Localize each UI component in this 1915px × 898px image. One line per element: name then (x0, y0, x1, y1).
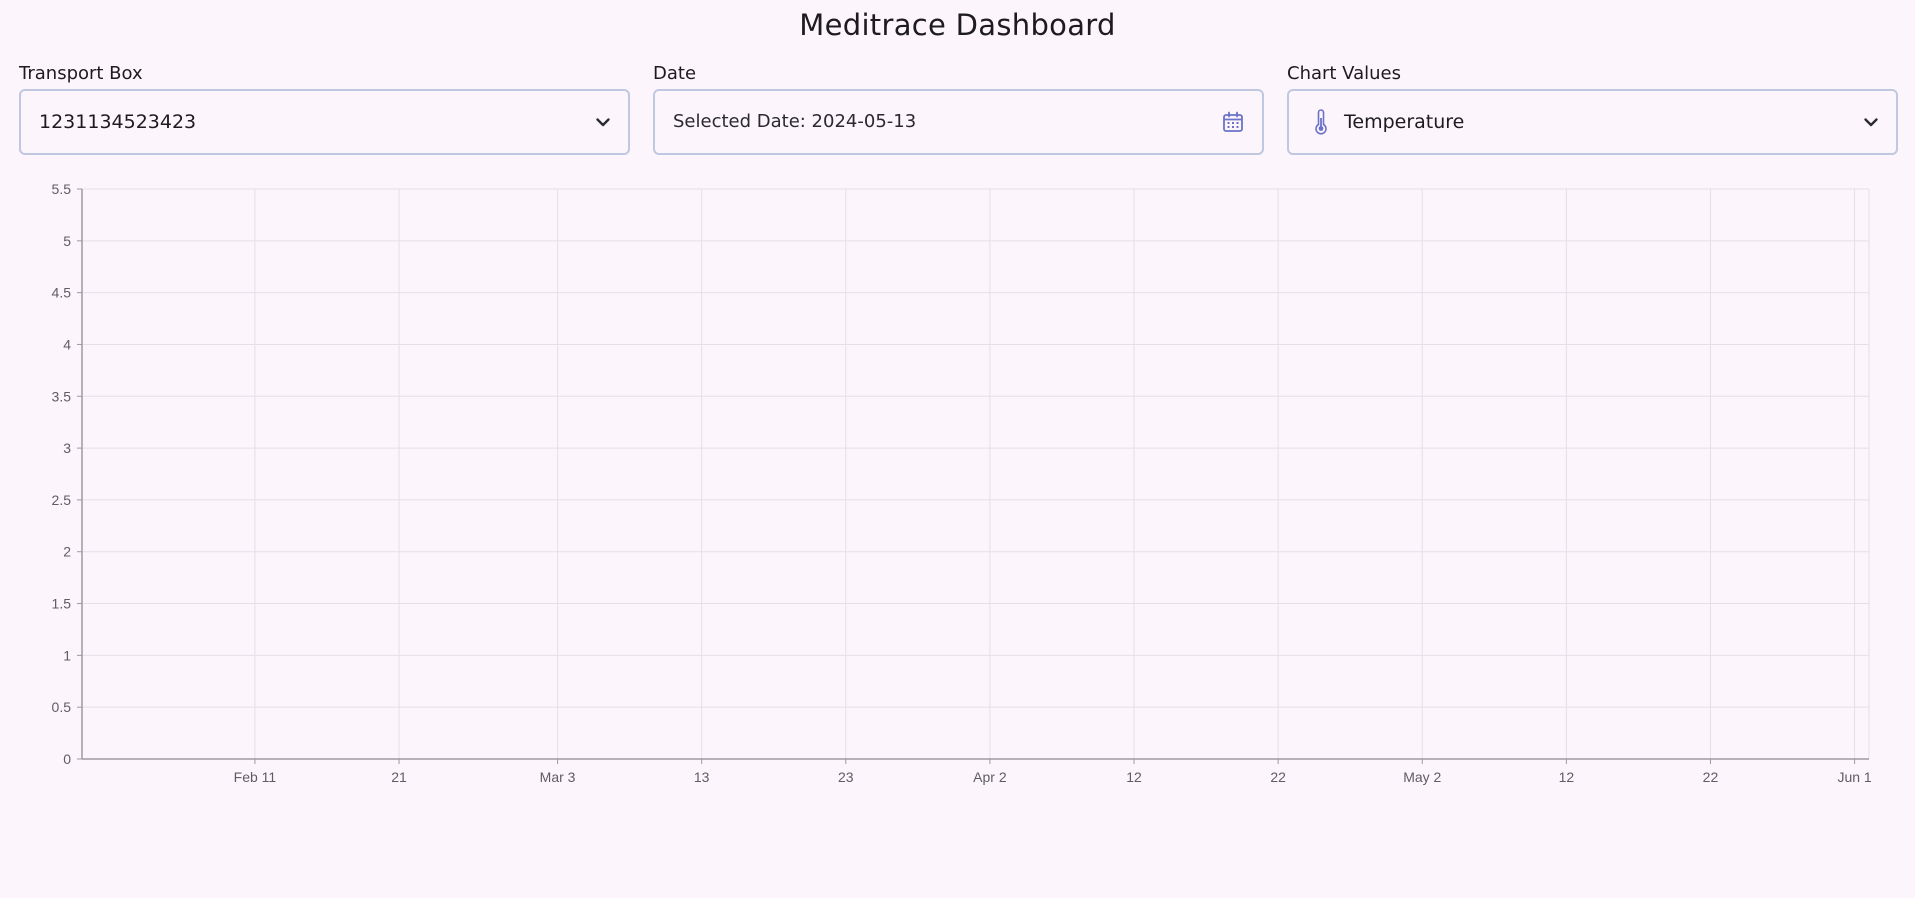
y-tick-label: 1.5 (52, 596, 72, 612)
chart-tick-labels: 0 0.5 1 1.5 2 2.5 3 3.5 4 4.5 5 5.5 Feb 11 21 Mar 3 13 2… (52, 181, 1872, 785)
chevron-down-icon[interactable] (594, 113, 612, 131)
x-tick-label: Feb 11 (234, 769, 277, 785)
selected-date-text: Selected Date: 2024-05-13 (673, 111, 917, 132)
y-tick-label: 0 (63, 751, 71, 767)
y-tick-label: 2.5 (52, 492, 72, 508)
calendar-icon[interactable] (1222, 111, 1244, 133)
transport-box-label: Transport Box (19, 63, 143, 84)
chart-grid (82, 188, 1870, 760)
date-picker-field[interactable]: Selected Date: 2024-05-13 (653, 89, 1264, 155)
chart-axes (77, 188, 1869, 764)
transport-box-select[interactable]: 1231134523423 (19, 89, 630, 155)
chart-values-value: Temperature (1344, 111, 1465, 133)
chevron-down-icon[interactable] (1862, 113, 1880, 131)
y-tick-label: 5 (63, 233, 71, 249)
y-tick-label: 1 (63, 647, 71, 663)
temperature-chart: 0 0.5 1 1.5 2 2.5 3 3.5 4 4.5 5 5.5 Feb 11 21 Mar 3 13 2… (52, 181, 1872, 785)
x-tick-label: 22 (1703, 769, 1719, 785)
thermometer-icon (1315, 109, 1327, 135)
transport-box-value: 1231134523423 (39, 111, 197, 133)
x-tick-label: May 2 (1403, 769, 1441, 785)
x-tick-label: 22 (1270, 769, 1286, 785)
page-title: Meditrace Dashboard (799, 8, 1116, 42)
y-tick-label: 4 (63, 336, 71, 352)
x-tick-label: 21 (391, 769, 407, 785)
y-tick-label: 4.5 (52, 285, 72, 301)
x-tick-label: 13 (694, 769, 710, 785)
x-tick-label: Jun 1 (1837, 769, 1871, 785)
x-tick-label: 23 (838, 769, 854, 785)
x-tick-label: Mar 3 (540, 769, 576, 785)
y-tick-label: 0.5 (52, 699, 72, 715)
y-tick-label: 3 (63, 440, 71, 456)
y-tick-label: 2 (63, 544, 71, 560)
y-tick-label: 3.5 (52, 388, 72, 404)
x-tick-label: 12 (1559, 769, 1575, 785)
x-tick-label: 12 (1126, 769, 1142, 785)
date-label: Date (653, 63, 697, 84)
y-tick-label: 5.5 (52, 181, 72, 197)
chart-values-label: Chart Values (1287, 63, 1401, 84)
x-tick-label: Apr 2 (973, 769, 1007, 785)
chart-values-select[interactable]: Temperature (1287, 89, 1898, 155)
